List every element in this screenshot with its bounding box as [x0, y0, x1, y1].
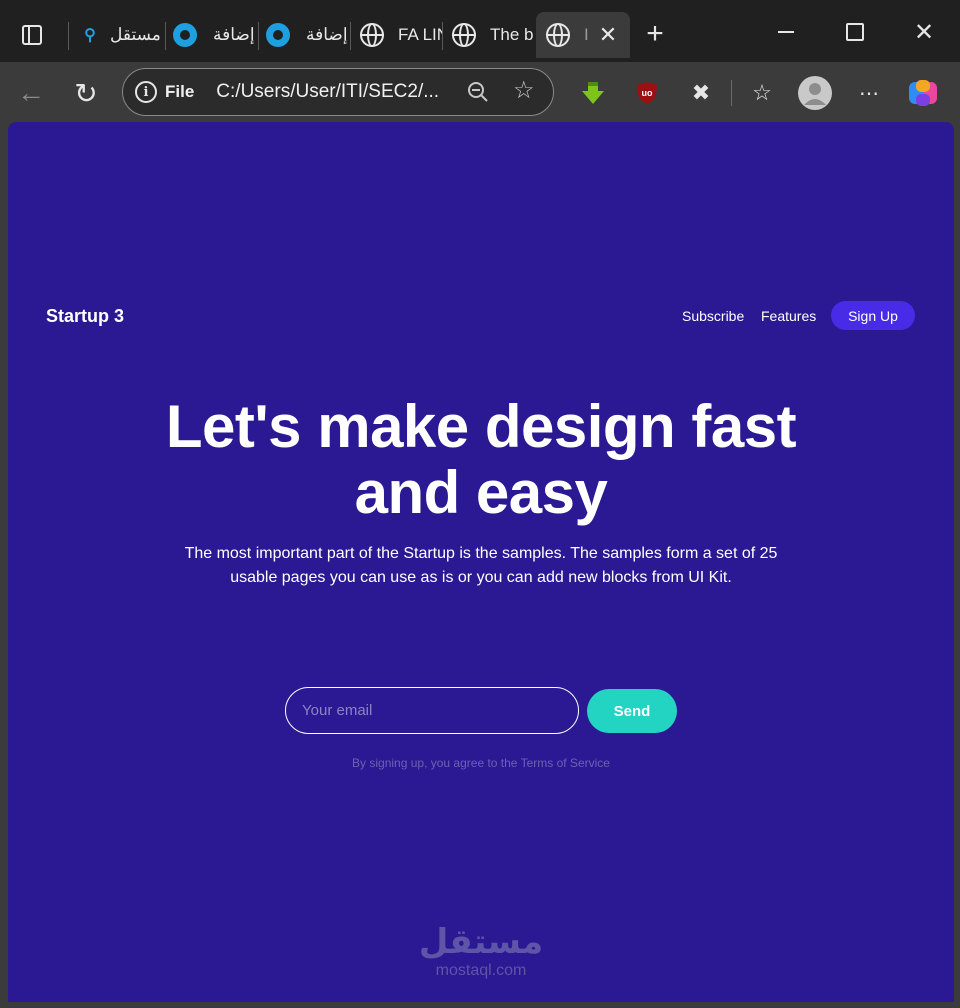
watermark-latin: mostaql.com [435, 962, 527, 979]
favorites-list-icon: ☆ [752, 80, 772, 105]
scheme-label: File [165, 82, 195, 101]
ring-icon [173, 23, 197, 47]
tab-title: FA LIN [398, 25, 442, 44]
brand-logo[interactable]: Startup 3 [46, 306, 124, 327]
tab-separator [258, 22, 259, 50]
minimize-button[interactable] [764, 14, 808, 50]
ublock-shield-icon: uo [637, 82, 657, 104]
terms-notice: By signing up, you agree to the Terms of… [352, 756, 610, 770]
tab-active[interactable]: I ✕ [536, 12, 630, 58]
tab-fa-lin[interactable]: FA LIN [350, 12, 442, 58]
tab-title: I [584, 25, 589, 44]
reload-button[interactable]: ↻ [69, 76, 103, 110]
mostaql-watermark: مستقل mostaql.com [408, 922, 554, 980]
info-icon[interactable]: i [135, 81, 157, 103]
hero-subtitle: The most important part of the Startup i… [184, 545, 778, 586]
puzzle-icon: ✖ [691, 80, 711, 105]
copilot-button[interactable] [906, 76, 940, 110]
extensions-button[interactable]: ✖ [684, 76, 718, 110]
tab-title: The b [490, 25, 534, 44]
favorite-star-icon[interactable]: ☆ [513, 79, 535, 103]
tab-separator [165, 22, 166, 50]
url-text[interactable]: C:/Users/User/ITI/SEC2/... [216, 81, 456, 103]
maximize-button[interactable] [833, 14, 877, 50]
tab-actions-icon [22, 25, 42, 45]
ring-icon [266, 23, 290, 47]
favorites-button[interactable]: ☆ [745, 76, 779, 110]
browser-window: ⚲ مستقل إضافة إضافة FA LIN The b I ✕ [0, 0, 960, 1008]
tab-separator [442, 22, 443, 50]
tab-the-b[interactable]: The b [442, 12, 536, 58]
tab-idafa-2[interactable]: إضافة [258, 12, 354, 58]
back-arrow-icon: ← [17, 77, 45, 108]
new-tab-button[interactable]: + [640, 19, 670, 50]
back-button[interactable]: ← [14, 76, 48, 110]
toolbar-divider [731, 80, 732, 106]
download-arrow-icon [582, 82, 604, 104]
tab-mostaql[interactable]: ⚲ مستقل [68, 12, 168, 58]
globe-icon [452, 23, 476, 47]
address-bar[interactable]: i File C:/Users/User/ITI/SEC2/... ☆ [122, 68, 554, 116]
tab-separator [350, 22, 351, 50]
tab-title: إضافة [306, 25, 348, 44]
tab-close-icon[interactable]: ✕ [599, 22, 617, 48]
browser-toolbar: ← ↻ i File C:/Users/User/ITI/SEC2/... ☆ [0, 62, 960, 122]
reload-icon: ↻ [74, 77, 98, 109]
globe-icon [360, 23, 384, 47]
tab-separator [68, 22, 69, 50]
tab-actions-button[interactable] [12, 18, 52, 52]
download-extension-button[interactable] [576, 76, 610, 110]
ublock-extension-button[interactable]: uo [630, 76, 664, 110]
avatar [798, 76, 832, 110]
profile-button[interactable] [798, 76, 832, 110]
tab-idafa-1[interactable]: إضافة [165, 12, 263, 58]
zoom-out-icon[interactable] [467, 81, 489, 103]
ellipsis-icon: ⋯ [859, 82, 879, 105]
send-button[interactable]: Send [587, 689, 677, 733]
copilot-icon [909, 80, 937, 106]
email-input[interactable] [285, 687, 579, 734]
more-menu-button[interactable]: ⋯ [852, 76, 886, 110]
sign-up-button[interactable]: Sign Up [831, 301, 915, 330]
hero-title: Let's make design fast and easy [165, 393, 797, 526]
tab-title: مستقل [110, 25, 161, 44]
globe-icon [546, 23, 570, 47]
svg-text:uo: uo [642, 88, 653, 98]
nav-link-subscribe[interactable]: Subscribe [682, 308, 744, 324]
tab-strip: ⚲ مستقل إضافة إضافة FA LIN The b I ✕ [0, 0, 960, 62]
close-icon: ✕ [913, 18, 935, 46]
close-window-button[interactable]: ✕ [902, 14, 946, 50]
page-viewport: Startup 3 Subscribe Features Sign Up Let… [8, 122, 954, 1002]
watermark-arabic: مستقل [418, 922, 544, 962]
search-icon: ⚲ [84, 27, 96, 44]
nav-link-features[interactable]: Features [761, 308, 816, 324]
tab-title: إضافة [213, 25, 255, 44]
